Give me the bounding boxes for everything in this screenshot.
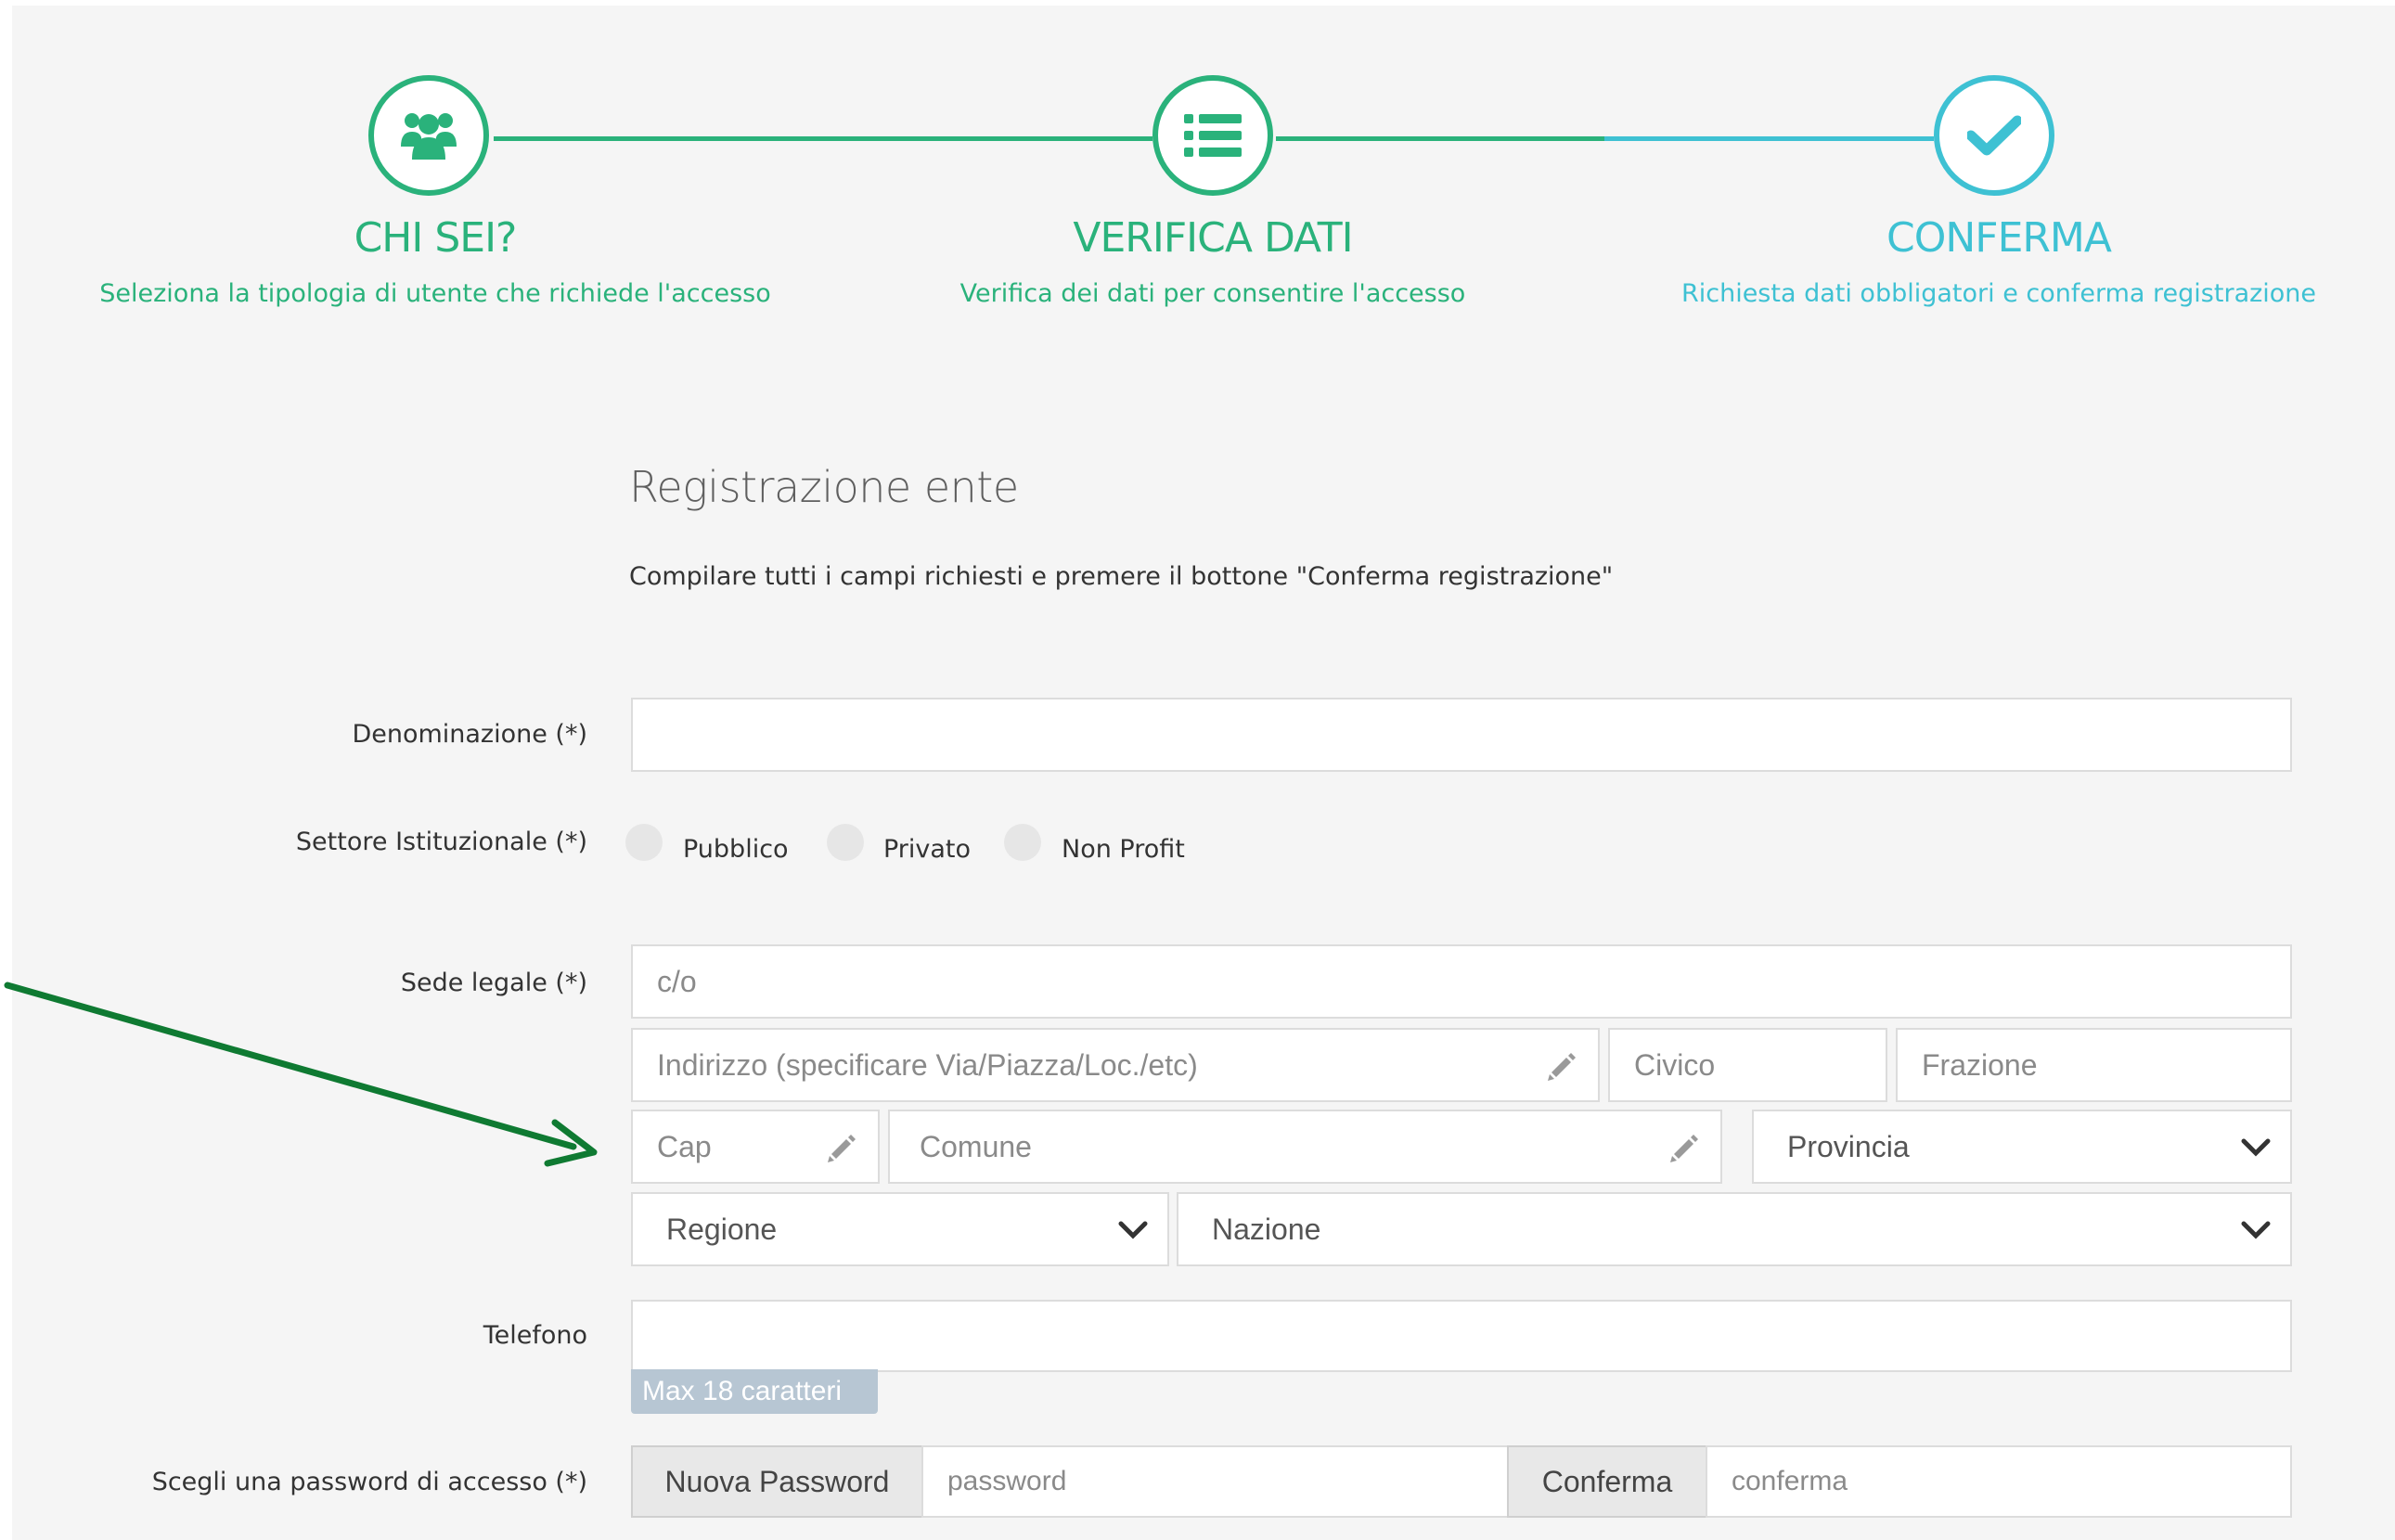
step-connector-1: [494, 136, 828, 141]
nazione-value: Nazione: [1212, 1212, 1321, 1246]
step-connector-2: [828, 136, 1152, 141]
list-icon: [1184, 114, 1242, 157]
comune-input[interactable]: Comune: [888, 1110, 1722, 1184]
cap-placeholder: Cap: [657, 1129, 712, 1163]
radio-privato[interactable]: [827, 824, 864, 861]
pencil-icon: [1548, 1053, 1576, 1081]
step-1-circle[interactable]: [368, 75, 489, 196]
provincia-value: Provincia: [1787, 1129, 1910, 1163]
radio-pubblico-label: Pubblico: [683, 835, 789, 864]
telefono-input[interactable]: [631, 1300, 2292, 1372]
form-instructions: Compilare tutti i campi richiesti e prem…: [629, 562, 1614, 591]
step-1-title: CHI SEI?: [354, 214, 518, 262]
frazione-input[interactable]: Frazione: [1896, 1028, 2292, 1102]
pencil-icon: [828, 1135, 856, 1162]
pencil-icon: [1670, 1135, 1698, 1162]
users-icon: [401, 113, 457, 160]
check-icon: [1967, 115, 2021, 156]
indirizzo-input[interactable]: Indirizzo (specificare Via/Piazza/Loc./e…: [631, 1028, 1600, 1102]
regione-select[interactable]: Regione: [631, 1192, 1169, 1266]
denominazione-input[interactable]: [631, 698, 2292, 772]
regione-value: Regione: [666, 1212, 778, 1246]
password-label: Scegli una password di accesso (*): [151, 1468, 587, 1496]
comune-placeholder: Comune: [920, 1129, 1032, 1163]
step-1-subtitle: Seleziona la tipologia di utente che ric…: [99, 279, 771, 308]
step-3-subtitle: Richiesta dati obbligatori e conferma re…: [1680, 279, 2317, 308]
co-input[interactable]: c/o: [631, 944, 2292, 1019]
step-connector-4: [1604, 136, 1934, 141]
chevron-down-icon: [2241, 1221, 2271, 1239]
nazione-select[interactable]: Nazione: [1177, 1192, 2292, 1266]
step-2-title: VERIFICA DATI: [1073, 214, 1353, 262]
page-title: Registrazione ente: [629, 462, 1019, 512]
provincia-select[interactable]: Provincia: [1752, 1110, 2292, 1184]
annotation-arrow: [4, 982, 598, 1167]
settore-label: Settore Istituzionale (*): [295, 828, 587, 856]
new-password-input[interactable]: password: [921, 1445, 1509, 1518]
civico-input[interactable]: Civico: [1608, 1028, 1887, 1102]
radio-privato-label: Privato: [883, 835, 972, 864]
step-2-subtitle: Verifica dei dati per consentire l'acces…: [959, 279, 1466, 308]
step-connector-3: [1276, 136, 1604, 141]
step-2-circle[interactable]: [1152, 75, 1273, 196]
cap-input[interactable]: Cap: [631, 1110, 880, 1184]
confirm-password-addon: Conferma: [1507, 1445, 1707, 1518]
radio-non-profit[interactable]: [1004, 824, 1041, 861]
radio-pubblico[interactable]: [625, 824, 663, 861]
indirizzo-placeholder: Indirizzo (specificare Via/Piazza/Loc./e…: [657, 1047, 1198, 1082]
denominazione-label: Denominazione (*): [352, 720, 587, 749]
telefono-label: Telefono: [483, 1321, 587, 1350]
confirm-password-input[interactable]: conferma: [1706, 1445, 2292, 1518]
chevron-down-icon: [2241, 1138, 2271, 1157]
step-3-title: CONFERMA: [1886, 214, 2112, 262]
telefono-hint: Max 18 caratteri: [631, 1369, 878, 1414]
chevron-down-icon: [1118, 1221, 1148, 1239]
radio-non-profit-label: Non Profit: [1062, 835, 1185, 864]
new-password-addon: Nuova Password: [631, 1445, 923, 1518]
step-3-circle[interactable]: [1934, 75, 2054, 196]
